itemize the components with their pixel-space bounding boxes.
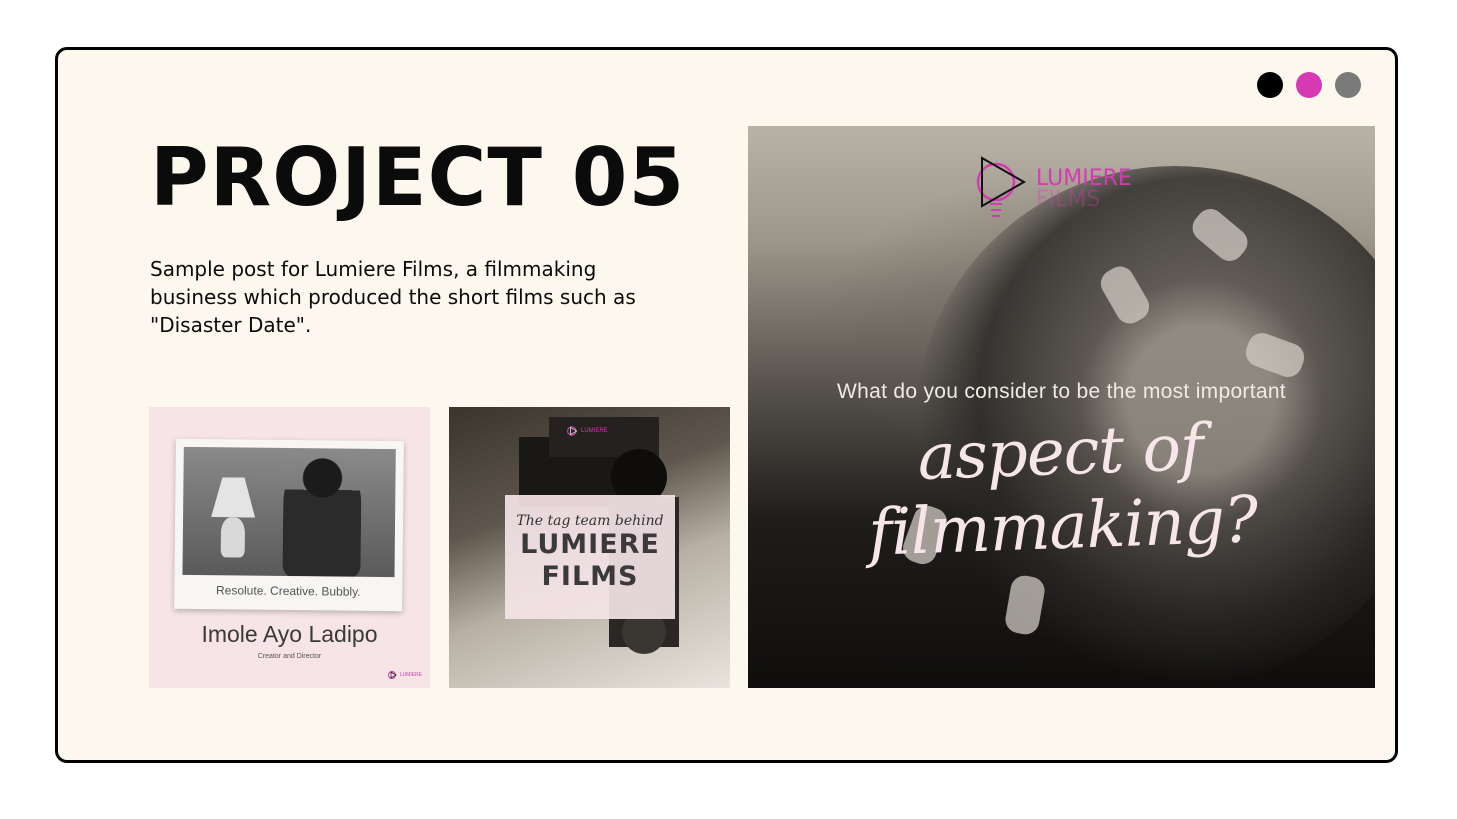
hero-logo-subtitle: FILMS: [1036, 187, 1101, 212]
hero-brand-logo: LUMIERE FILMS: [974, 154, 1132, 224]
logo-play-icon: [387, 671, 397, 679]
headline-line2: FILMS: [541, 561, 639, 592]
headline-line1: LUMIERE: [520, 529, 660, 560]
page-title: PROJECT 05: [150, 131, 686, 224]
pink-dot: [1296, 72, 1322, 98]
thumbnail-portrait[interactable]: Resolute. Creative. Bubbly. Imole Ayo La…: [149, 407, 430, 688]
lamp-base: [220, 517, 246, 558]
brand-logo: LUMIERE: [567, 425, 608, 437]
polaroid: Resolute. Creative. Bubbly.: [174, 438, 404, 612]
thumbnail-camera[interactable]: LUMIERE The tag team behind LUMIERE FILM…: [449, 407, 730, 688]
hero-script-text: aspect of filmmaking?: [867, 411, 1259, 571]
person-figure: [282, 455, 362, 577]
headline-box: The tag team behind LUMIERE FILMS: [505, 495, 675, 619]
polaroid-caption: Resolute. Creative. Bubbly.: [215, 583, 361, 599]
person-name: Imole Ayo Ladipo: [201, 621, 378, 647]
script-subtitle: The tag team behind: [516, 513, 664, 529]
window-dots: [1257, 72, 1361, 98]
portrait-photo: [182, 446, 396, 578]
black-dot: [1257, 72, 1283, 98]
grey-dot: [1335, 72, 1361, 98]
lightbulb-play-icon: [976, 156, 1027, 217]
lamp-icon: [211, 477, 255, 517]
hero-question: What do you consider to be the most impo…: [837, 380, 1286, 403]
person-role: Creator and Director: [257, 653, 322, 660]
brand-logo-text: LUMIERE: [399, 672, 422, 678]
slide-frame: PROJECT 05 Sample post for Lumiere Films…: [55, 47, 1398, 763]
hero-image[interactable]: LUMIERE FILMS What do you consider to be…: [748, 126, 1375, 688]
brand-logo-text: LUMIERE: [581, 428, 608, 434]
brand-logo: LUMIERE: [387, 670, 422, 680]
project-description: Sample post for Lumiere Films, a filmmak…: [150, 257, 636, 337]
logo-play-icon: [567, 426, 578, 436]
